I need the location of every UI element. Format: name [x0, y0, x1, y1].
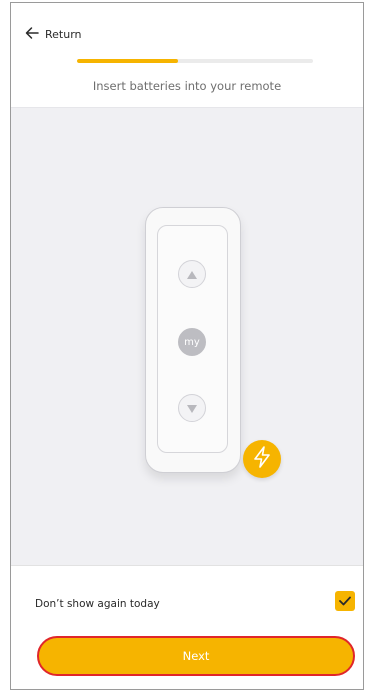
dont-show-checkbox[interactable] [335, 591, 355, 611]
arrow-left-icon [25, 25, 39, 44]
triangle-up-icon [186, 265, 198, 284]
remote-down-button [178, 394, 206, 422]
illustration-area: my [11, 107, 363, 565]
footer: Don’t show again today Next [11, 565, 363, 689]
page-subtitle: Insert batteries into your remote [92, 79, 282, 93]
lightning-bolt-icon [252, 446, 272, 472]
triangle-down-icon [186, 399, 198, 418]
remote-up-button [178, 260, 206, 288]
checkmark-icon [338, 592, 352, 611]
battery-badge [243, 440, 281, 478]
remote-my-button: my [178, 328, 206, 356]
return-button[interactable]: Return [25, 23, 82, 45]
remote-my-label: my [184, 336, 200, 348]
progress-bar-fill [77, 59, 179, 63]
dont-show-label: Don’t show again today [35, 598, 160, 610]
next-button[interactable]: Next [37, 636, 355, 676]
app-frame: Return Insert batteries into your remote… [10, 2, 364, 690]
header: Return Insert batteries into your remote [11, 3, 363, 107]
next-button-label: Next [182, 649, 210, 663]
progress-bar [77, 59, 313, 63]
return-label: Return [45, 27, 82, 41]
